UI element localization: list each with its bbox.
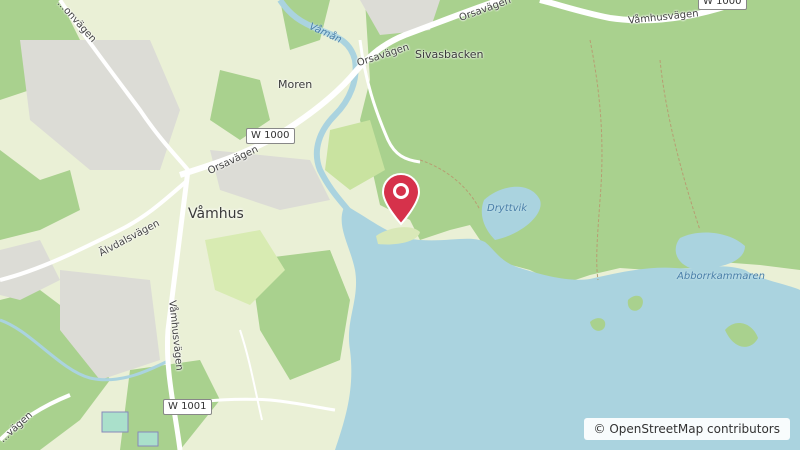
road-shield-w1001: W 1001 — [163, 399, 212, 415]
map-view[interactable]: Våmhus Moren Sivasbacken Våmån Dryttvik … — [0, 0, 800, 450]
road-shield-w1000: W 1000 — [246, 128, 295, 144]
attribution[interactable]: © OpenStreetMap contributors — [583, 418, 790, 440]
location-marker[interactable] — [381, 172, 421, 226]
place-label-sivasbacken: Sivasbacken — [415, 48, 484, 61]
water-label-dryttvik: Dryttvik — [487, 203, 528, 214]
place-label-moren: Moren — [278, 78, 313, 91]
water-label-abborrkammaren: Abborrkammaren — [677, 271, 766, 282]
map-pin-icon — [381, 172, 421, 226]
place-label-vamhus: Våmhus — [188, 206, 244, 222]
road-shield-w1000-top: W 1000 — [698, 0, 747, 10]
